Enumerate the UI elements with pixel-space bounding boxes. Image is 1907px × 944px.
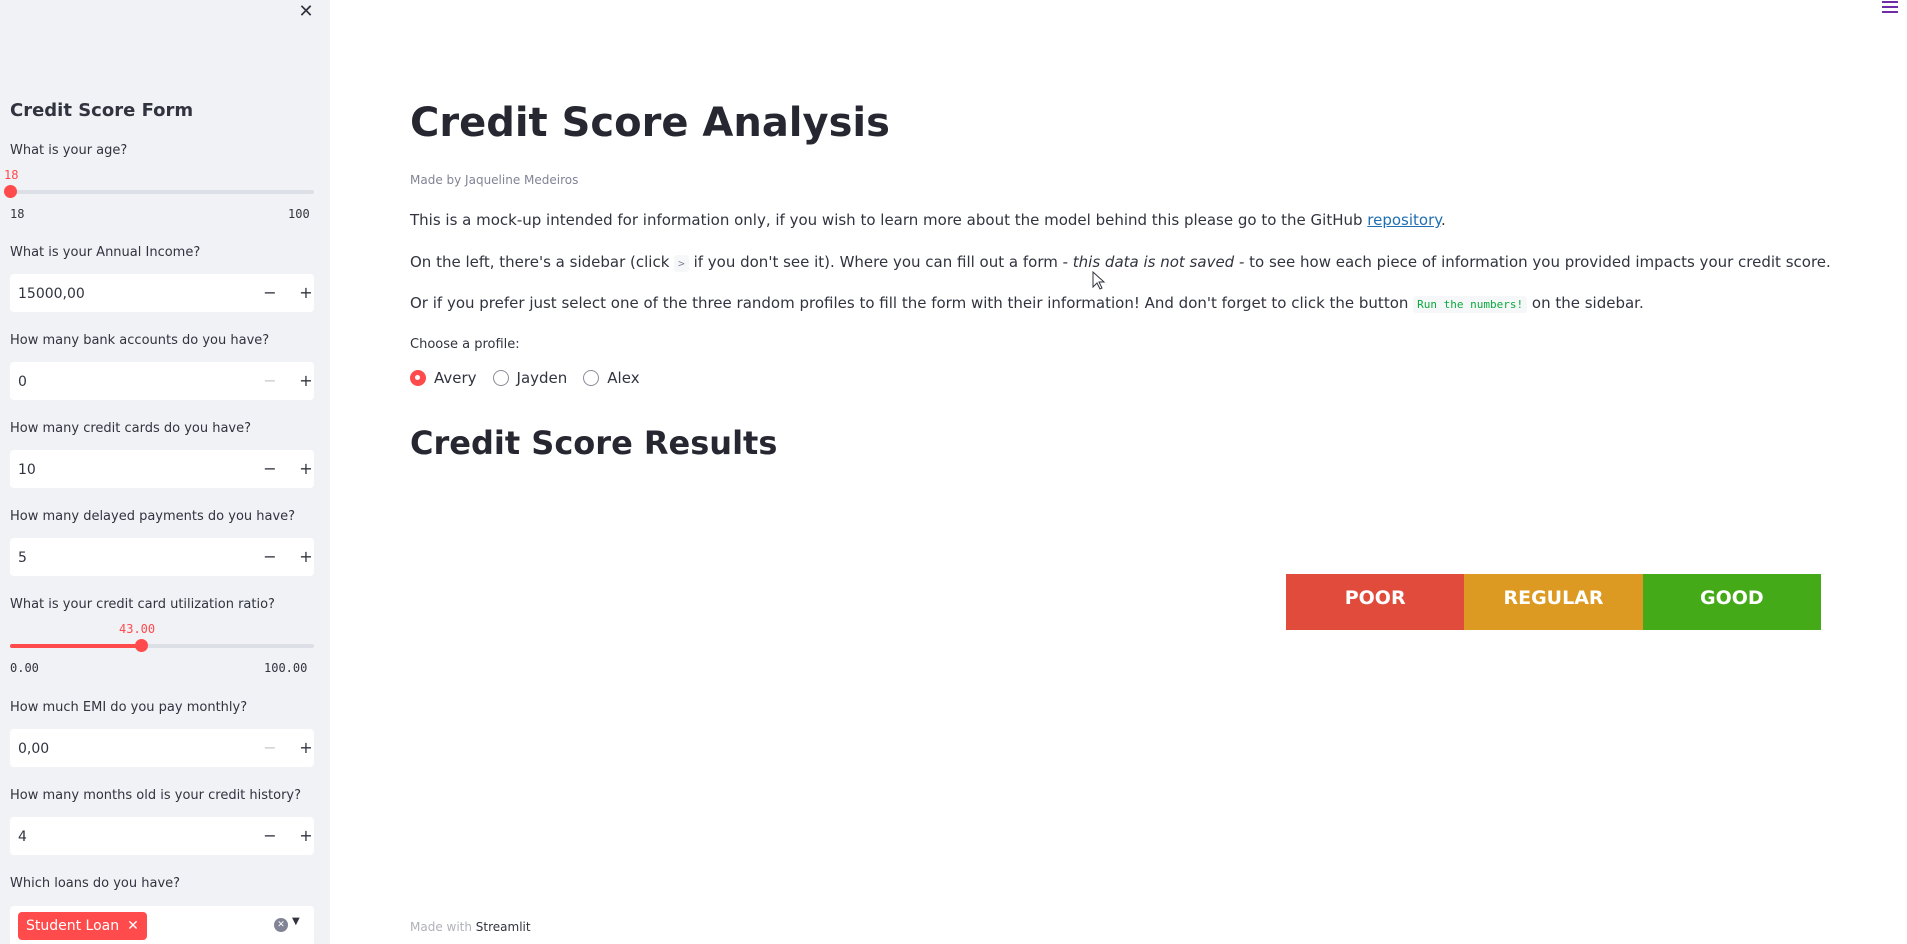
bank-accounts-input: − +	[10, 362, 314, 400]
inline-code: Run the numbers!	[1413, 296, 1528, 313]
chevron-down-icon[interactable]: ▼	[292, 916, 300, 927]
profile-radio-jayden[interactable]: Jayden	[492, 369, 567, 387]
radio-circle	[410, 370, 426, 386]
income-increment-button[interactable]: +	[294, 282, 318, 304]
footer: Made with Streamlit	[410, 920, 531, 934]
emi-decrement-button[interactable]: −	[258, 737, 282, 759]
loans-multiselect[interactable]: Student Loan ✕ ✕ ▼	[10, 906, 314, 944]
utilization-label: What is your credit card utilization rat…	[10, 597, 275, 612]
age-slider-thumb[interactable]	[4, 185, 17, 198]
utilization-slider-fill	[10, 644, 141, 648]
income-field[interactable]	[18, 284, 248, 304]
age-slider-value: 18	[4, 168, 19, 182]
chevron-right-icon: >	[674, 255, 689, 272]
bank-accounts-increment-button[interactable]: +	[294, 370, 318, 392]
income-input: − +	[10, 274, 314, 312]
delayed-payments-decrement-button[interactable]: −	[258, 546, 282, 568]
sidebar-title: Credit Score Form	[10, 100, 194, 121]
utilization-slider-max: 100.00	[264, 661, 308, 675]
profile-radio-alex[interactable]: Alex	[583, 369, 640, 387]
age-slider-min: 18	[10, 207, 25, 221]
sidebar-paragraph: On the left, there's a sidebar (click > …	[410, 253, 1831, 272]
results-title: Credit Score Results	[410, 424, 778, 462]
emi-label: How much EMI do you pay monthly?	[10, 700, 248, 715]
bank-accounts-label: How many bank accounts do you have?	[10, 333, 270, 348]
delayed-payments-increment-button[interactable]: +	[294, 546, 318, 568]
delayed-payments-field[interactable]	[18, 548, 248, 568]
credit-cards-increment-button[interactable]: +	[294, 458, 318, 480]
radio-circle	[492, 370, 509, 386]
credit-history-input: − +	[10, 817, 314, 855]
credit-history-decrement-button[interactable]: −	[258, 825, 282, 847]
delayed-payments-input: − +	[10, 538, 314, 576]
loan-tag-label: Student Loan	[26, 918, 120, 934]
radio-circle	[583, 370, 600, 386]
credit-cards-label: How many credit cards do you have?	[10, 421, 252, 436]
utilization-slider[interactable]	[10, 639, 314, 652]
score-bar: POOR REGULAR GOOD	[1286, 574, 1821, 630]
emi-input: − +	[10, 729, 314, 767]
credit-cards-decrement-button[interactable]: −	[258, 458, 282, 480]
credit-history-label: How many months old is your credit histo…	[10, 788, 302, 803]
close-icon[interactable]: ✕	[296, 2, 316, 22]
intro-paragraph: This is a mock-up intended for informati…	[410, 211, 1446, 229]
bank-accounts-decrement-button[interactable]: −	[258, 370, 282, 392]
repository-link[interactable]: repository	[1367, 211, 1441, 229]
utilization-slider-min: 0.00	[10, 661, 39, 675]
income-decrement-button[interactable]: −	[258, 282, 282, 304]
age-label: What is your age?	[10, 143, 128, 158]
utilization-slider-value: 43.00	[119, 622, 156, 636]
profile-radio-group: Avery Jayden Alex	[410, 369, 640, 387]
emi-field[interactable]	[18, 739, 248, 759]
profile-radio-avery[interactable]: Avery	[410, 369, 477, 387]
profile-label: Choose a profile:	[410, 337, 520, 352]
bank-accounts-field[interactable]	[18, 372, 248, 392]
streamlit-link[interactable]: Streamlit	[476, 920, 531, 934]
score-regular: REGULAR	[1464, 574, 1643, 630]
utilization-slider-thumb[interactable]	[135, 639, 148, 652]
delayed-payments-label: How many delayed payments do you have?	[10, 509, 296, 524]
credit-cards-field[interactable]	[18, 460, 248, 480]
income-label: What is your Annual Income?	[10, 245, 201, 260]
age-slider[interactable]	[4, 185, 314, 198]
hamburger-icon[interactable]	[1882, 1, 1898, 17]
remove-tag-icon[interactable]: ✕	[127, 918, 139, 934]
credit-history-field[interactable]	[18, 827, 248, 847]
sidebar: ✕ Credit Score Form What is your age? 18…	[0, 0, 330, 944]
score-good: GOOD	[1642, 574, 1821, 630]
score-poor: POOR	[1286, 574, 1465, 630]
loan-tag: Student Loan ✕	[18, 912, 147, 940]
emi-increment-button[interactable]: +	[294, 737, 318, 759]
credit-history-increment-button[interactable]: +	[294, 825, 318, 847]
age-slider-max: 100	[288, 207, 310, 221]
profile-paragraph: Or if you prefer just select one of the …	[410, 294, 1644, 313]
author-caption: Made by Jaqueline Medeiros	[410, 173, 579, 187]
clear-icon[interactable]: ✕	[274, 918, 288, 932]
loans-label: Which loans do you have?	[10, 876, 181, 891]
credit-cards-input: − +	[10, 450, 314, 488]
page-title: Credit Score Analysis	[410, 100, 890, 146]
mouse-cursor-icon	[1092, 271, 1106, 290]
